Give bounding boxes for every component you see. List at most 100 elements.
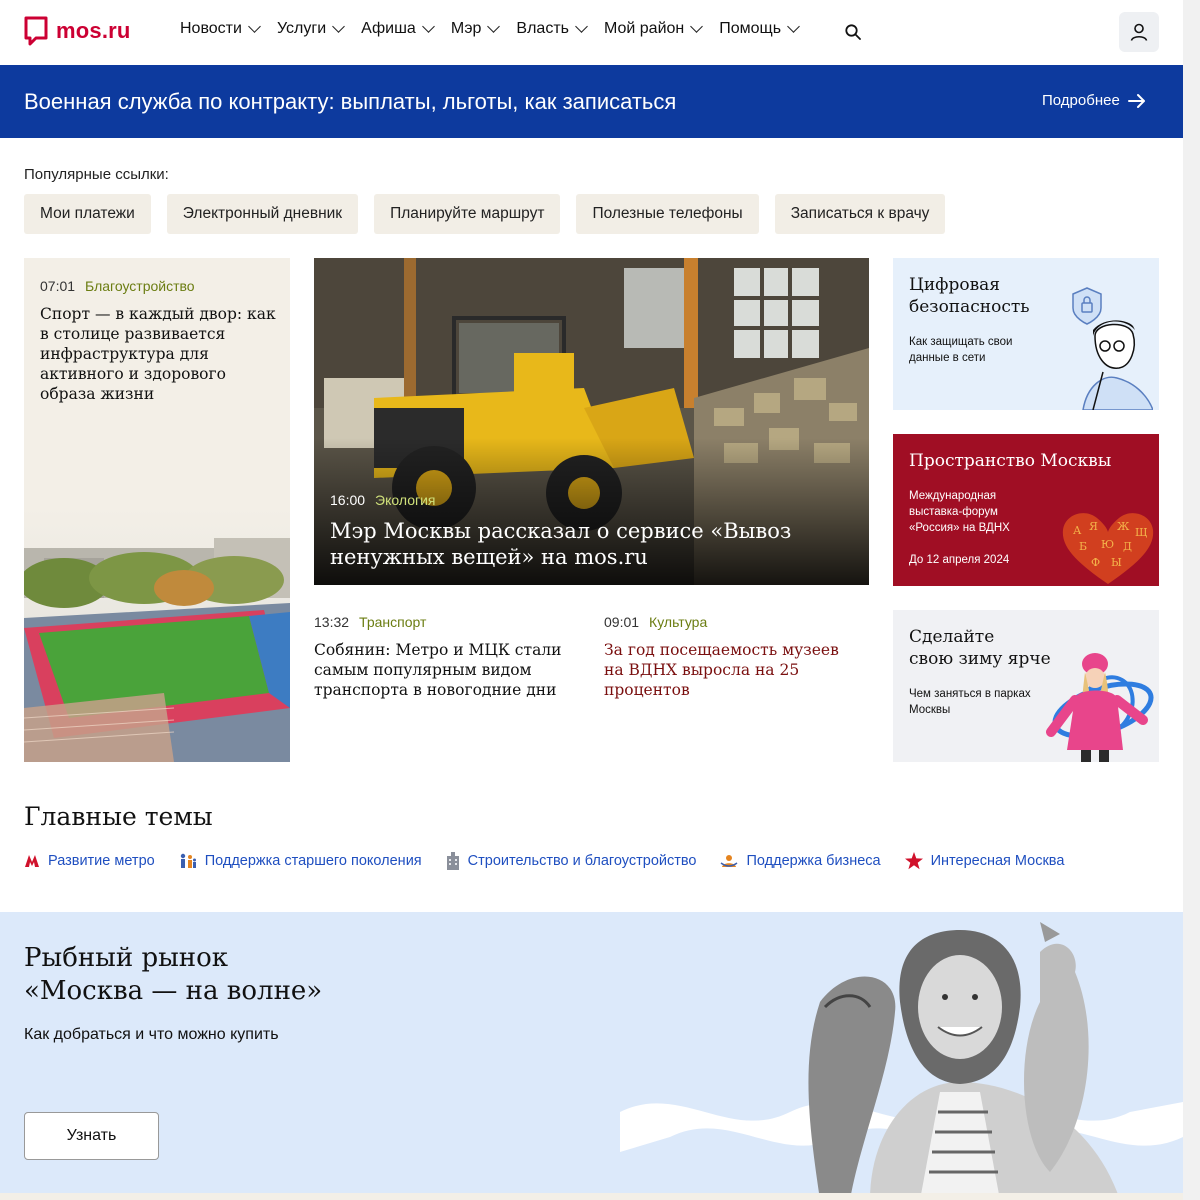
banner-link-label: Подробнее [1042,92,1120,109]
nav-item-help[interactable]: Помощь [719,20,800,38]
building-icon [446,852,459,870]
popular-links-label: Популярные ссылки: [24,166,169,183]
theme-label: Поддержка старшего поколения [204,853,422,869]
svg-text:Щ: Щ [1135,526,1148,539]
user-account-button[interactable] [1119,12,1159,52]
nav-item-news[interactable]: Новости [180,20,261,38]
nav-label: Услуги [276,20,327,37]
nav-item-district[interactable]: Мой район [604,20,704,38]
news-category: Благоустройство [85,278,195,294]
nav-label: Новости [180,20,242,37]
promo-subtitle: Чем заняться в парках Москвы [909,688,1031,716]
search-icon[interactable] [845,24,861,40]
popular-link-phones[interactable]: Полезные телефоны [576,194,759,234]
news-headline: За год посещаемость музеев на ВДНХ вырос… [604,641,839,699]
chevron-down-icon [487,20,501,33]
promo-moscow-space[interactable]: Пространство Москвы Международная выстав… [893,434,1159,586]
nav-item-services[interactable]: Услуги [276,20,346,38]
nav-label: Афиша [361,20,416,37]
popular-link-payments[interactable]: Мои платежи [24,194,151,234]
promo-banner[interactable]: Военная служба по контракту: выплаты, ль… [0,65,1183,138]
theme-label: Поддержка бизнеса [746,853,881,869]
fish-market-title: Рыбный рынок «Москва — на волне» [24,942,322,1008]
news-card-culture[interactable]: 09:01 Культура За год посещаемость музее… [604,614,854,700]
chevron-down-icon [332,20,346,33]
site-header: mos.ru Новости Услуги Афиша Мэр Власть М… [0,0,1183,65]
news-meta: 09:01 Культура [604,614,854,630]
theme-business-support[interactable]: Поддержка бизнеса [720,852,881,870]
learn-more-button[interactable]: Узнать [24,1112,159,1160]
svg-text:Я: Я [1089,520,1098,533]
news-time: 16:00 [330,492,366,508]
svg-text:А: А [1073,524,1082,537]
woman-with-fish-image [620,922,1183,1200]
news-category: Экология [375,492,436,508]
chevron-down-icon [575,20,588,33]
main-themes-list: Развитие метро Поддержка старшего поколе… [24,852,1064,870]
theme-label: Развитие метро [48,853,155,869]
nav-item-afisha[interactable]: Афиша [361,20,435,38]
news-card-transport[interactable]: 13:32 Транспорт Собянин: Метро и МЦК ста… [314,614,564,700]
fish-market-subtitle: Как добраться и что можно купить [24,1026,279,1043]
metro-icon [25,855,39,867]
news-meta: 07:01 Благоустройство [40,278,195,294]
news-card-main[interactable]: 16:00 Экология Мэр Москвы рассказал о се… [314,258,869,585]
theme-label: Строительство и благоустройство [467,853,697,869]
promo-digital-security[interactable]: Цифровая безопасность Как защищать свои … [893,258,1159,410]
popular-links: Мои платежи Электронный дневник Планируй… [24,194,946,234]
chevron-down-icon [248,20,261,33]
nav-label: Помощь [719,20,782,37]
news-time: 09:01 [604,614,640,630]
theme-interesting-moscow[interactable]: Интересная Москва [904,852,1065,870]
nav-item-mayor[interactable]: Мэр [450,20,501,38]
banner-more-link[interactable]: Подробнее [1042,92,1146,109]
popular-link-doctor[interactable]: Записаться к врачу [774,194,946,234]
girl-skating-illustration [1046,653,1154,762]
fish-market-title-line: «Москва — на волне» [24,976,323,1006]
security-person-illustration [1072,287,1153,410]
chevron-down-icon [421,20,435,33]
theme-label: Интересная Москва [930,853,1065,869]
news-time: 07:01 [40,278,76,294]
main-nav: Новости Услуги Афиша Мэр Власть Мой райо… [180,20,800,38]
theme-elderly-support[interactable]: Поддержка старшего поколения [179,852,422,870]
svg-text:Д: Д [1123,540,1132,553]
promo-winter-parks[interactable]: Сделайте свою зиму ярче Чем заняться в п… [893,610,1159,762]
banner-title: Военная служба по контракту: выплаты, ль… [24,89,677,114]
svg-text:Ж: Ж [1117,520,1130,533]
nav-label: Мэр [450,20,482,37]
chevron-down-icon [787,20,800,33]
family-icon [180,853,196,868]
promo-date: До 12 апреля 2024 [909,554,1010,566]
news-headline: Спорт — в каждый двор: как в столице раз… [40,305,276,403]
popular-link-route[interactable]: Планируйте маршрут [374,194,561,234]
page-scrollbar[interactable] [1183,0,1200,1200]
news-time: 13:32 [314,614,350,630]
theme-metro[interactable]: Развитие метро [24,852,155,870]
news-category: Транспорт [359,614,427,630]
svg-text:Ф: Ф [1091,556,1100,569]
fish-market-promo: Рыбный рынок «Москва — на волне» Как доб… [0,912,1183,1200]
fish-market-title-line: Рыбный рынок [24,943,229,973]
heart-letters-icon: АЯ ЖЩ Б ЮД ФЫ [1062,513,1154,584]
arrow-right-icon [1127,93,1145,108]
user-icon [1130,23,1148,41]
news-headline: Собянин: Метро и МЦК стали самым популяр… [314,641,562,699]
sports-field-image [24,508,290,762]
news-category: Культура [649,614,708,630]
promo-subtitle: Международная выставка-форум «Россия» на… [909,490,1010,534]
news-meta: 13:32 Транспорт [314,614,564,630]
nav-item-government[interactable]: Власть [516,20,588,38]
logo-mark-icon [24,16,48,46]
news-card-sport[interactable]: 07:01 Благоустройство Спорт — в каждый д… [24,258,290,762]
site-logo[interactable]: mos.ru [24,16,131,46]
theme-construction[interactable]: Строительство и благоустройство [446,852,697,870]
promo-title-line: Сделайте [909,627,995,647]
popular-link-diary[interactable]: Электронный дневник [166,194,359,234]
main-themes-title: Главные темы [24,802,213,831]
news-meta: 16:00 Экология [330,492,436,508]
svg-text:Б: Б [1079,540,1087,553]
news-headline: Мэр Москвы рассказал о сервисе «Вывоз не… [330,519,792,569]
nav-label: Власть [516,20,569,37]
business-icon [721,855,738,867]
